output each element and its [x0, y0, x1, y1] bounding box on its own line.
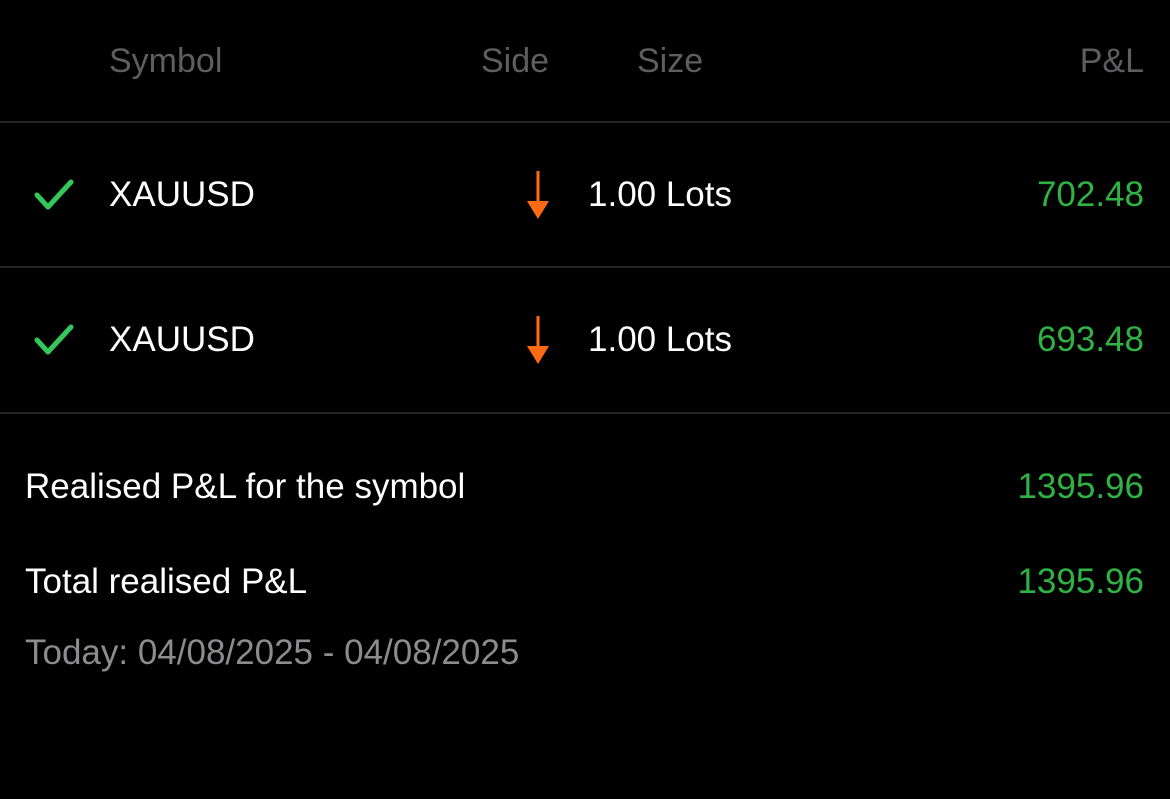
total-pnl-value: 1395.96: [1017, 562, 1144, 601]
symbol-pnl-label: Realised P&L for the symbol: [25, 467, 466, 506]
column-header-side: Side: [481, 42, 550, 80]
column-header-size: Size: [637, 42, 704, 80]
symbol-pnl-value: 1395.96: [1017, 467, 1144, 506]
arrow-down-icon: [527, 171, 549, 219]
checkmark-icon: [34, 324, 74, 355]
column-header-symbol: Symbol: [109, 42, 223, 80]
divider: [0, 412, 1170, 414]
trade-row[interactable]: XAUUSD 1.00 Lots 702.48: [0, 123, 1170, 267]
table-header: Symbol Side Size P&L: [0, 0, 1170, 122]
trade-pnl: 693.48: [1036, 320, 1144, 359]
trade-symbol: XAUUSD: [109, 175, 255, 214]
arrow-down-icon: [527, 316, 549, 364]
total-pnl-label: Total realised P&L: [25, 562, 308, 601]
date-range: Today: 04/08/2025 - 04/08/2025: [25, 633, 520, 672]
trade-size: 1.00 Lots: [588, 320, 732, 359]
trade-size: 1.00 Lots: [588, 175, 732, 214]
column-header-pnl: P&L: [1079, 42, 1144, 80]
checkmark-icon: [34, 179, 74, 210]
trade-symbol: XAUUSD: [109, 320, 255, 359]
trade-row[interactable]: XAUUSD 1.00 Lots 693.48: [0, 268, 1170, 412]
trade-pnl: 702.48: [1036, 175, 1144, 214]
